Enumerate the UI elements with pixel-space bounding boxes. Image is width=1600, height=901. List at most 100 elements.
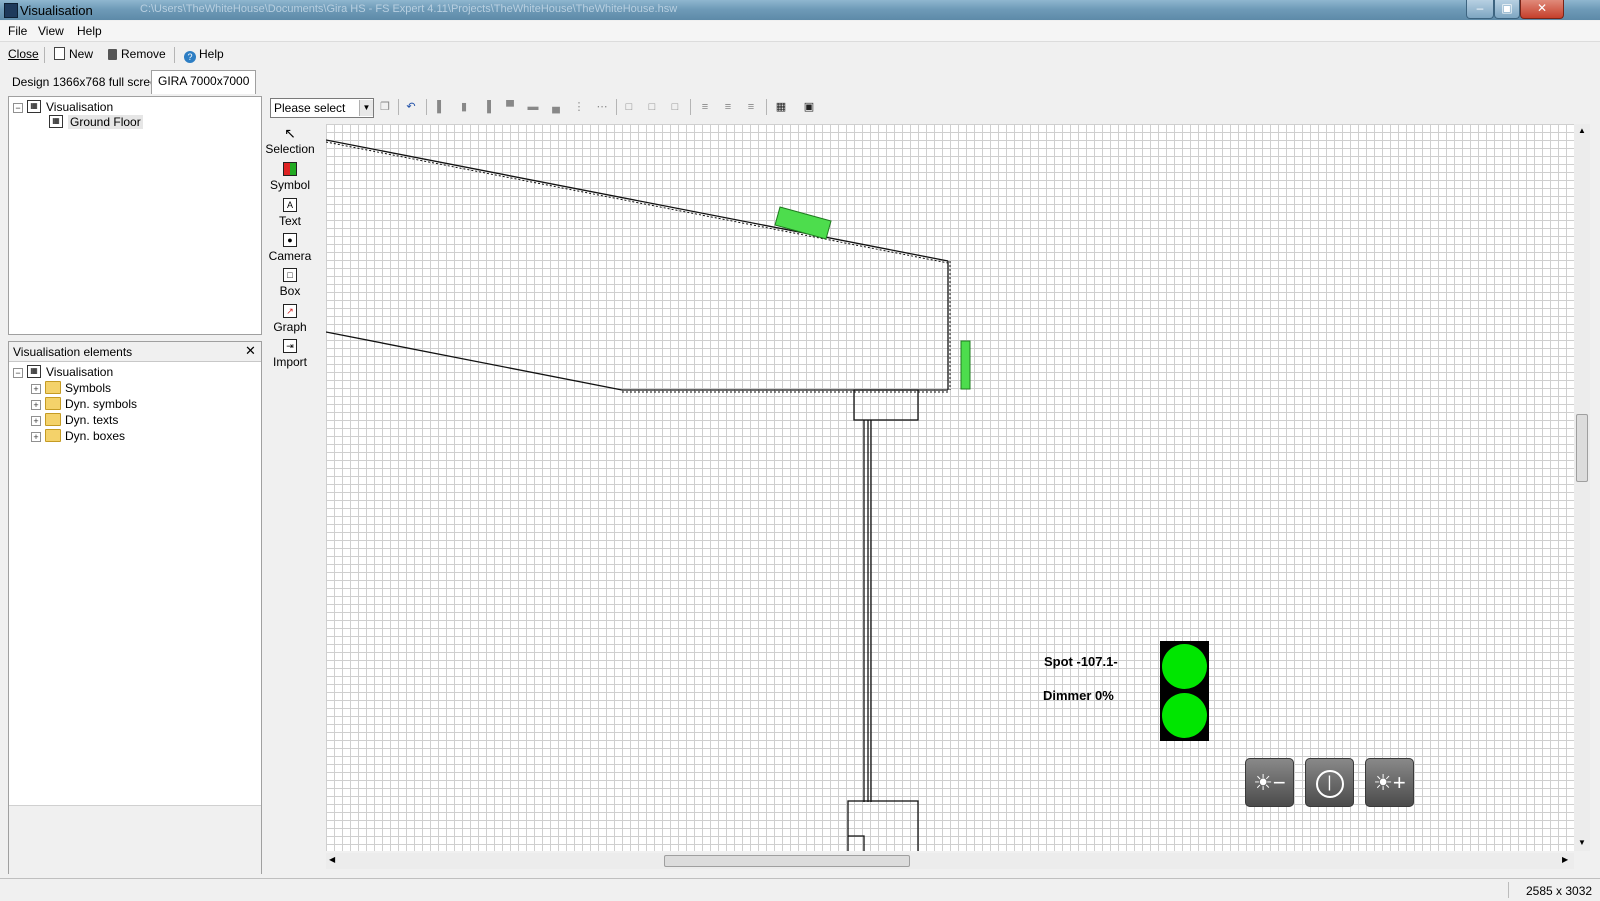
app-icon <box>4 3 18 18</box>
minimize-button[interactable]: – <box>1466 0 1494 19</box>
size-width-icon[interactable]: □ <box>622 100 636 114</box>
align-right-icon[interactable]: ▐ <box>480 100 494 114</box>
fit-view-icon[interactable]: ▣ <box>802 100 816 114</box>
canvas-size-readout: 2585 x 3032 <box>1526 884 1593 898</box>
menu-file[interactable]: File <box>8 24 27 38</box>
palette-label: Import <box>272 355 307 369</box>
tree-item-ground-floor[interactable]: ▦ Ground Floor <box>49 114 143 130</box>
close-button[interactable]: Close <box>8 47 39 61</box>
palette-symbol[interactable]: Symbol <box>264 162 316 192</box>
expand-icon[interactable]: + <box>31 415 41 426</box>
palette-text[interactable]: A Text <box>264 198 316 228</box>
page-select-value: Please select <box>274 101 346 115</box>
align-middle-icon[interactable]: ▬ <box>526 100 540 114</box>
palette-label: Symbol <box>269 178 310 192</box>
tree-item-dyn-boxes[interactable]: + Dyn. boxes <box>31 428 125 444</box>
palette-box[interactable]: □ Box <box>264 268 316 298</box>
palette-label: Box <box>279 284 301 298</box>
tree-item-visualisation[interactable]: − ▦ Visualisation <box>13 99 113 115</box>
horizontal-scroll-thumb[interactable] <box>664 855 910 867</box>
folder-icon <box>45 381 61 395</box>
folder-icon <box>45 429 61 443</box>
graph-icon: ↗ <box>283 304 297 318</box>
wall-box <box>847 800 919 851</box>
menu-bar: File View Help <box>0 21 1600 42</box>
close-icon[interactable]: ✕ <box>245 343 256 359</box>
tab-design-1366[interactable]: Design 1366x768 full screen <box>6 72 169 92</box>
window-element <box>774 206 832 240</box>
scroll-down-icon[interactable]: ▼ <box>1578 838 1586 847</box>
align-bottom-icon[interactable]: ▄ <box>549 100 563 114</box>
expand-icon[interactable]: + <box>31 399 41 410</box>
collapse-icon[interactable]: − <box>13 102 23 113</box>
title-bar: Visualisation C:\Users\TheWhiteHouse\Doc… <box>0 0 1600 20</box>
text-align-right-icon[interactable]: ≡ <box>744 100 758 114</box>
lamp-on-icon <box>1162 693 1207 738</box>
visualisation-tree-panel: − ▦ Visualisation ▦ Ground Floor <box>8 96 262 335</box>
distribute-h-icon[interactable]: ⋮ <box>572 100 586 114</box>
expand-icon[interactable]: + <box>31 383 41 394</box>
palette-camera[interactable]: ● Camera <box>264 233 316 263</box>
close-window-button[interactable]: ✕ <box>1520 0 1564 19</box>
floor-plan <box>326 139 971 851</box>
maximize-button[interactable]: ▣ <box>1494 0 1520 19</box>
lamp-status-indicator[interactable] <box>1160 641 1209 741</box>
menu-help[interactable]: Help <box>77 24 102 38</box>
tab-gira-7000[interactable]: GIRA 7000x7000 <box>151 70 257 94</box>
align-left-icon[interactable]: ▌ <box>434 100 448 114</box>
visualisation-icon: ▦ <box>27 365 41 379</box>
text-align-center-icon[interactable]: ≡ <box>721 100 735 114</box>
scroll-up-icon[interactable]: ▲ <box>1578 126 1586 135</box>
distribute-v-icon[interactable]: ⋯ <box>595 100 609 114</box>
tree-item-symbols[interactable]: + Symbols <box>31 380 111 396</box>
size-height-icon[interactable]: □ <box>645 100 659 114</box>
elements-panel-title: Visualisation elements <box>13 345 133 359</box>
window-title: Visualisation <box>20 3 93 18</box>
undo-icon[interactable]: ↶ <box>404 100 418 114</box>
tree-label: Visualisation <box>46 100 114 114</box>
menu-view[interactable]: View <box>38 24 64 38</box>
help-button-label: Help <box>199 47 224 61</box>
tree-item-dyn-symbols[interactable]: + Dyn. symbols <box>31 396 137 412</box>
vertical-scrollbar[interactable]: ▲ ▼ <box>1574 124 1590 851</box>
size-both-icon[interactable]: □ <box>668 100 682 114</box>
tree-item-dyn-texts[interactable]: + Dyn. texts <box>31 412 118 428</box>
vertical-scroll-thumb[interactable] <box>1576 414 1588 482</box>
collapse-icon[interactable]: − <box>13 367 23 378</box>
elements-panel: Visualisation elements ✕ − ▦ Visualisation… <box>8 341 262 874</box>
tree-label: Dyn. boxes <box>65 429 126 443</box>
palette-selection[interactable]: ↖ Selection <box>264 126 316 156</box>
scroll-left-icon[interactable]: ◀ <box>329 855 335 864</box>
main-toolbar: Close New Remove ? Help <box>0 43 1600 67</box>
folder-icon <box>45 397 61 411</box>
expand-icon[interactable]: + <box>31 431 41 442</box>
new-button[interactable]: New <box>54 47 93 61</box>
palette-import[interactable]: ⇥ Import <box>264 339 316 369</box>
align-top-icon[interactable]: ▀ <box>503 100 517 114</box>
camera-icon: ● <box>283 233 297 247</box>
brightness-down-icon: ☀− <box>1253 770 1286 795</box>
dim-up-button[interactable]: ☀+ <box>1365 758 1414 807</box>
align-center-icon[interactable]: ▮ <box>457 100 471 114</box>
text-align-left-icon[interactable]: ≡ <box>698 100 712 114</box>
dimmer-label[interactable]: Dimmer 0% <box>1043 688 1114 703</box>
lamp-on-icon <box>1162 644 1207 689</box>
spot-label[interactable]: Spot -107.1- <box>1044 654 1118 669</box>
design-canvas[interactable]: Spot -107.1- Dimmer 0% ☀− | ☀+ <box>326 124 1574 851</box>
palette-label: Text <box>278 214 301 228</box>
copy-icon[interactable]: ❐ <box>378 100 392 114</box>
help-icon: ? <box>184 51 196 63</box>
power-button[interactable]: | <box>1305 758 1354 807</box>
chevron-down-icon[interactable]: ▼ <box>359 100 373 116</box>
remove-button[interactable]: Remove <box>108 47 166 61</box>
tree-item-visualisation[interactable]: − ▦ Visualisation <box>13 364 113 380</box>
scroll-right-icon[interactable]: ▶ <box>1562 855 1568 864</box>
dim-down-button[interactable]: ☀− <box>1245 758 1294 807</box>
elements-panel-header: Visualisation elements ✕ <box>9 342 261 362</box>
help-button[interactable]: ? Help <box>184 47 224 63</box>
page-select[interactable]: Please select ▼ <box>270 98 374 118</box>
palette-graph[interactable]: ↗ Graph <box>264 304 316 334</box>
symbol-icon <box>283 162 297 176</box>
horizontal-scrollbar[interactable]: ◀ ▶ <box>326 853 1574 869</box>
grid-icon[interactable]: ▦ <box>774 100 788 114</box>
